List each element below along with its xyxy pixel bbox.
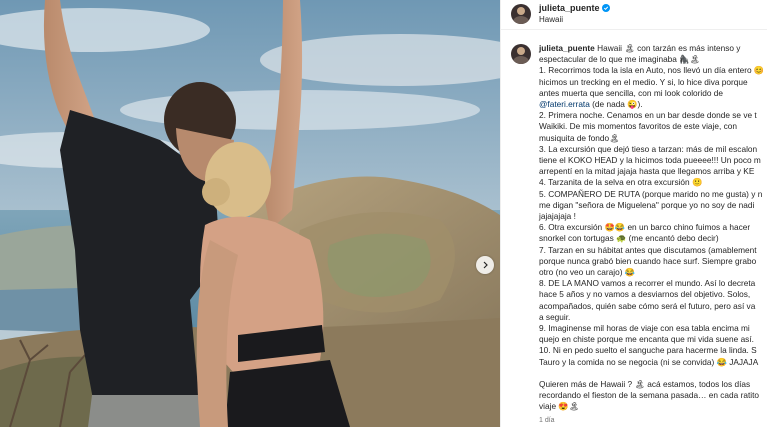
mention-link[interactable]: @fateri.errata [539, 99, 590, 109]
hawaii-couple-photo [0, 0, 500, 427]
caption-line: Tauro y la comida no se negocia (ni se c… [539, 356, 759, 367]
next-photo-button[interactable] [476, 256, 494, 274]
caption-line: otro (no veo un carajo) 😂 [539, 267, 636, 278]
caption-line: recordando el fieston de la semana pasad… [539, 390, 760, 401]
caption-line: 1. Recorrimos toda la isla en Auto, nos … [539, 65, 765, 76]
caption-line: 4. Tarzanita de la selva en otra excursi… [539, 177, 703, 188]
post-header: julieta_puente Hawaii [501, 0, 767, 30]
chevron-right-icon [483, 261, 488, 269]
caption-line-1-text: Hawaii 🏝 con tarzán es más intenso y [597, 43, 741, 53]
caption-line: acompañados, quién sabe cómo será el fut… [539, 300, 756, 311]
caption-line: porque nunca grabó bien cuando hace surf… [539, 255, 757, 266]
post-side-panel: julieta_puente Hawaii julieta_puente Haw… [500, 0, 767, 427]
caption-line: hicimos un trecking en el medio. Y si, l… [539, 76, 748, 87]
post-timestamp[interactable]: 1 día [539, 415, 767, 426]
username-link[interactable]: julieta_puente [539, 3, 600, 13]
caption-line: me digan "señora de Miguelena" porque yo… [539, 199, 755, 210]
caption-line-6-rest: (de nada 😜). [589, 99, 643, 110]
caption-avatar[interactable] [511, 44, 531, 64]
caption-line: Quieren más de Hawaii ? 🏝 acá estamos, t… [539, 378, 751, 389]
caption-line: 9. Imaginense mil horas de viaje con esa… [539, 323, 750, 334]
username-row: julieta_puente [539, 3, 610, 13]
caption-line: tiene el KOKO HEAD y la hicimos toda pue… [539, 155, 761, 166]
caption-line: 6. Otra excursión 🤩😂 en un barco chino f… [539, 222, 751, 233]
caption-line: snorkel con tortugas 🐢 (me encantó debo … [539, 233, 719, 244]
caption-line: viaje 😍🏝 [539, 401, 580, 412]
caption-line: hace 5 años y no vamos a desviarnos del … [539, 289, 751, 300]
location-link[interactable]: Hawaii [539, 15, 563, 24]
caption-line: 3. La excursión que dejó tieso a tarzan:… [539, 143, 758, 154]
caption-username[interactable]: julieta_puente [539, 43, 595, 53]
caption-line: 8. DE LA MANO vamos a recorrer el mundo.… [539, 278, 756, 289]
verified-badge-icon [601, 4, 610, 12]
caption-line: quejo en chiste porque me encanta que mi… [539, 334, 754, 345]
caption-line: jajajajaja ! [539, 211, 576, 222]
caption-line: julieta_puente Hawaii 🏝 con tarzán es má… [539, 43, 767, 54]
caption-text: julieta_puente Hawaii 🏝 con tarzán es má… [539, 43, 767, 426]
avatar[interactable] [511, 4, 531, 24]
caption-line: arrepentí en la mitad jajaja hasta que l… [539, 166, 755, 177]
caption-line: 10. Ni en pedo suelto el sanguche para h… [539, 345, 757, 356]
post-photo[interactable] [0, 0, 500, 427]
instagram-post: julieta_puente Hawaii julieta_puente Haw… [0, 0, 767, 427]
caption-line: a seguir. [539, 311, 571, 322]
caption-line: @fateri.errata (de nada 😜). [539, 99, 767, 110]
caption-line: 5. COMPAÑERO DE RUTA (porque marido no m… [539, 188, 763, 199]
caption-line: 2. Primera noche. Cenamos en un bar desd… [539, 110, 757, 121]
caption-line: Waikiki. De mis momentos favoritos de es… [539, 121, 737, 132]
caption-line: espectacular de lo que me imaginaba 🦍🏝 [539, 54, 701, 65]
caption-line: musiquita de fondo🏝 [539, 132, 620, 143]
caption-line: 7. Tarzan en su hábitat antes que discut… [539, 244, 757, 255]
caption-line: antes muerta que sencilla, con mi look c… [539, 87, 724, 98]
